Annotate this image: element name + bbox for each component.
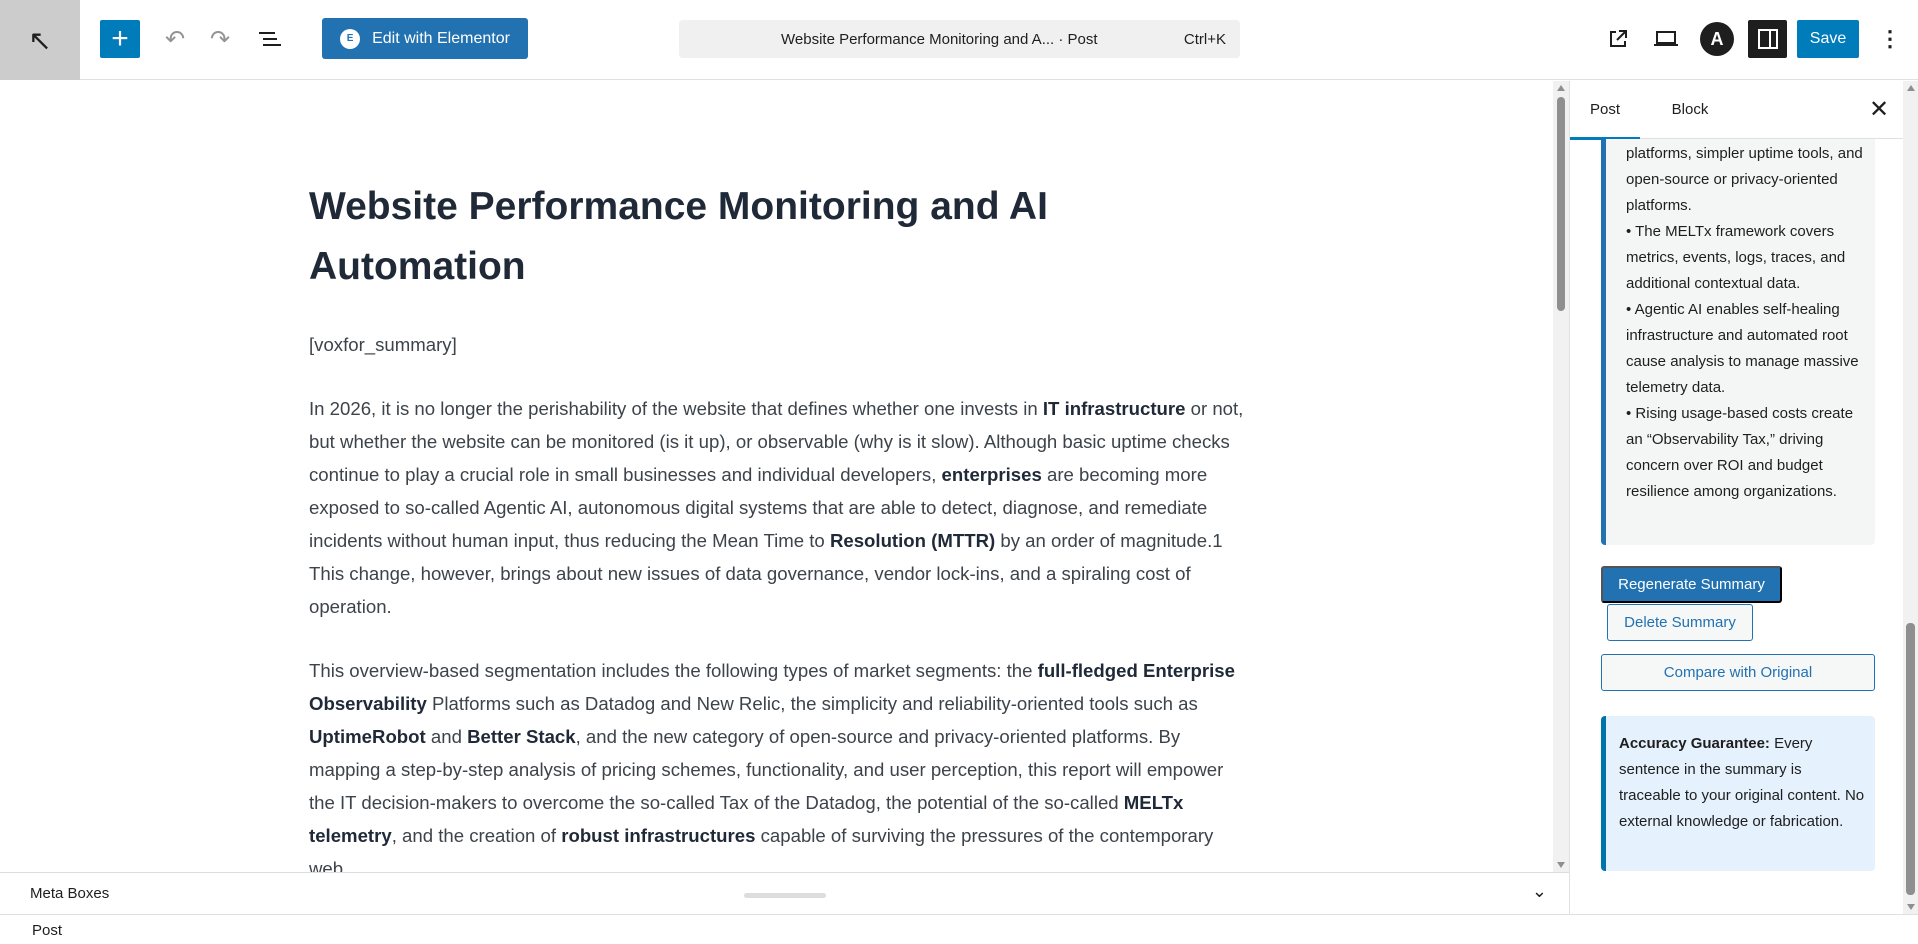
text-run: Platforms such as Datadog and New Relic,… — [426, 693, 1198, 714]
chevron-down-icon[interactable]: ⌄ — [1532, 881, 1547, 902]
tab-post[interactable]: Post — [1570, 81, 1640, 140]
add-block-button[interactable]: + — [100, 20, 140, 58]
editor-canvas[interactable]: Website Performance Monitoring and AI Au… — [0, 81, 1553, 872]
bold-text: UptimeRobot — [309, 726, 426, 747]
bold-text: IT infrastructure — [1042, 398, 1186, 419]
elementor-logo-icon: E — [340, 28, 361, 49]
document-title: Website Performance Monitoring and A... … — [781, 31, 1098, 48]
document-overview-icon[interactable] — [250, 20, 290, 58]
astra-logo-icon[interactable]: A — [1700, 22, 1734, 56]
view-post-external-icon[interactable] — [1600, 20, 1636, 58]
summary-box: platforms, simpler uptime tools, and ope… — [1601, 139, 1875, 545]
bold-text: robust infrastructures — [561, 825, 756, 846]
sidebar-tabs: Post Block ✕ — [1570, 81, 1903, 140]
save-button[interactable]: Save — [1797, 20, 1859, 58]
bold-text: enterprises — [941, 464, 1042, 485]
post-title[interactable]: Website Performance Monitoring and AI Au… — [309, 177, 1209, 297]
command-palette-bar[interactable]: Website Performance Monitoring and A... … — [679, 20, 1240, 58]
breadcrumb-post[interactable]: Post — [32, 922, 62, 939]
paragraph-block[interactable]: This overview-based segmentation include… — [309, 654, 1254, 872]
settings-sidebar-toggle-icon[interactable] — [1748, 20, 1787, 58]
bold-text: Resolution (MTTR) — [829, 530, 996, 551]
edit-with-elementor-button[interactable]: E Edit with Elementor — [322, 18, 528, 59]
bold-text: Better Stack — [467, 726, 576, 747]
tab-block[interactable]: Block — [1660, 81, 1720, 139]
shortcode-block[interactable]: [voxfor_summary] — [309, 328, 1254, 361]
undo-icon[interactable]: ↶ — [155, 20, 195, 58]
meta-boxes-label: Meta Boxes — [30, 885, 110, 902]
accuracy-notice: Accuracy Guarantee: Every sentence in th… — [1601, 716, 1875, 871]
resize-handle[interactable] — [744, 893, 826, 898]
sidebar-scrollbar[interactable] — [1903, 81, 1918, 914]
paragraph-block[interactable]: In 2026, it is no longer the perishabili… — [309, 392, 1254, 623]
text-run: This overview-based segmentation include… — [309, 660, 1038, 681]
block-breadcrumb-bar: Post — [0, 914, 1918, 944]
delete-summary-button[interactable]: Delete Summary — [1607, 604, 1753, 641]
shortcut-hint: Ctrl+K — [1183, 31, 1226, 48]
regenerate-summary-button[interactable]: Regenerate Summary — [1601, 566, 1782, 603]
redo-icon[interactable]: ↷ — [200, 20, 240, 58]
text-run: , and the creation of — [391, 825, 562, 846]
text-run: and — [425, 726, 468, 747]
settings-sidebar: Post Block ✕ platforms, simpler uptime t… — [1569, 81, 1903, 914]
compare-with-original-button[interactable]: Compare with Original — [1601, 654, 1875, 691]
meta-boxes-panel[interactable]: Meta Boxes ⌄ — [0, 872, 1569, 914]
editor-scrollbar[interactable] — [1553, 81, 1569, 872]
options-menu-icon[interactable]: ⋮ — [1875, 20, 1905, 58]
text-run: In 2026, it is no longer the perishabili… — [309, 398, 1043, 419]
elementor-label: Edit with Elementor — [372, 29, 510, 47]
back-arrow-icon[interactable]: ↖ — [0, 0, 80, 80]
editor-header: ↖ + ↶ ↷ E Edit with Elementor Website Pe… — [0, 0, 1918, 80]
preview-device-icon[interactable] — [1648, 20, 1684, 58]
close-icon[interactable]: ✕ — [1864, 95, 1894, 124]
accuracy-title: Accuracy Guarantee: — [1619, 735, 1770, 752]
